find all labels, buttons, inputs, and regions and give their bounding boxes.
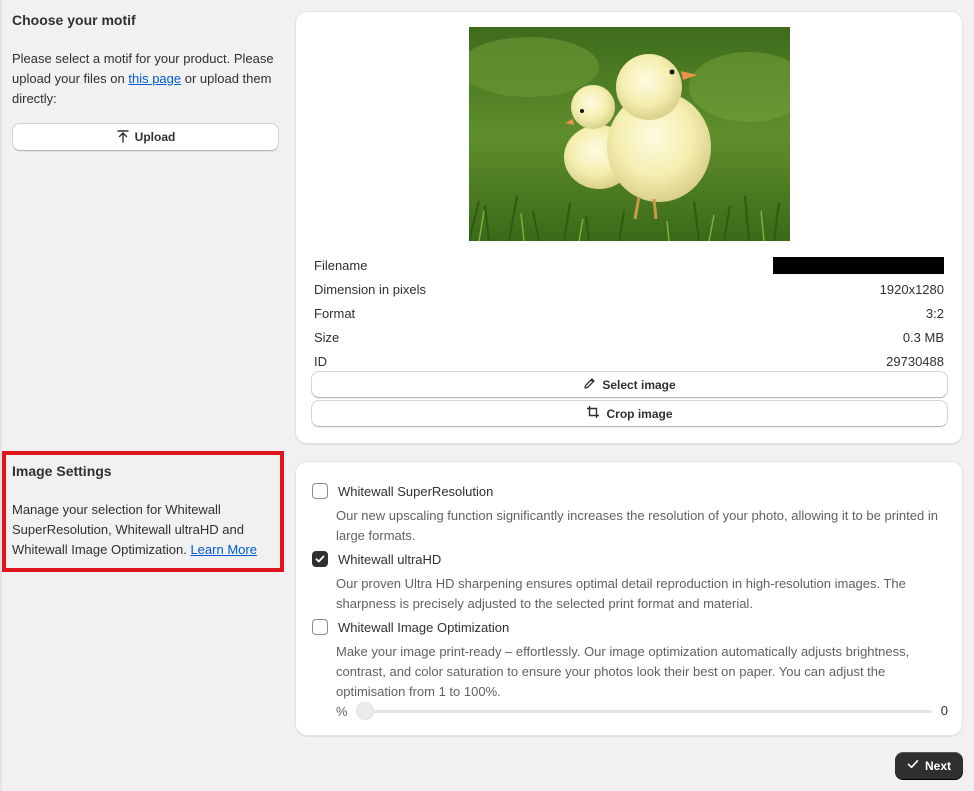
option-description: Make your image print-ready – effortless… xyxy=(336,644,910,699)
motif-preview-image xyxy=(469,27,790,241)
ultrahd-checkbox[interactable] xyxy=(312,551,328,567)
this-page-link[interactable]: this page xyxy=(128,71,181,86)
page-edge xyxy=(0,0,2,791)
info-label: Size xyxy=(314,329,340,345)
slider-value: 0 xyxy=(940,703,948,718)
option-ultrahd: Whitewall ultraHD Our proven Ultra HD sh… xyxy=(312,550,952,614)
info-row-id: ID 29730488 xyxy=(314,349,944,373)
option-head: Whitewall Image Optimization xyxy=(312,618,952,636)
option-head: Whitewall ultraHD xyxy=(312,550,952,568)
learn-more-link[interactable]: Learn More xyxy=(190,542,256,557)
option-description: Our proven Ultra HD sharpening ensures o… xyxy=(336,576,906,611)
image-card: Filename Dimension in pixels 1920x1280 F… xyxy=(295,11,963,444)
optimization-slider-row: % 0 xyxy=(336,702,948,720)
info-value: 3:2 xyxy=(925,305,944,321)
select-image-label: Select image xyxy=(602,377,676,392)
option-image-optimization: Whitewall Image Optimization Make your i… xyxy=(312,618,952,702)
motif-title: Choose your motif xyxy=(12,12,136,28)
select-image-button[interactable]: Select image xyxy=(311,371,948,398)
crop-image-label: Crop image xyxy=(606,406,673,421)
info-label: Filename xyxy=(314,257,368,273)
info-label: Dimension in pixels xyxy=(314,281,426,297)
motif-section: Choose your motif Please select a motif … xyxy=(12,12,280,151)
settings-card: Whitewall SuperResolution Our new upscal… xyxy=(295,461,963,736)
optimization-slider-thumb[interactable] xyxy=(356,702,374,720)
slider-unit: % xyxy=(336,703,348,719)
optimization-slider-track[interactable] xyxy=(360,710,932,713)
info-value: 29730488 xyxy=(886,353,944,369)
info-label: ID xyxy=(314,353,327,369)
superresolution-checkbox[interactable] xyxy=(312,483,328,499)
option-label: Whitewall Image Optimization xyxy=(338,619,510,635)
redacted-filename xyxy=(773,256,944,274)
image-settings-description: Manage your selection for Whitewall Supe… xyxy=(12,500,274,560)
option-label: Whitewall SuperResolution xyxy=(338,483,494,499)
check-icon xyxy=(315,555,325,563)
next-button[interactable]: Next xyxy=(895,752,963,779)
info-row-dimension: Dimension in pixels 1920x1280 xyxy=(314,277,944,301)
info-value: 1920x1280 xyxy=(879,281,944,297)
image-optimization-checkbox[interactable] xyxy=(312,619,328,635)
upload-button[interactable]: Upload xyxy=(12,123,279,151)
info-row-size: Size 0.3 MB xyxy=(314,325,944,349)
info-row-format: Format 3:2 xyxy=(314,301,944,325)
upload-icon xyxy=(116,129,130,146)
upload-label: Upload xyxy=(134,130,176,144)
image-settings-title: Image Settings xyxy=(12,463,112,479)
info-value: 0.3 MB xyxy=(902,329,944,345)
pencil-icon xyxy=(583,377,596,393)
motif-description: Please select a motif for your product. … xyxy=(12,49,280,109)
next-label: Next xyxy=(924,758,951,773)
option-superresolution: Whitewall SuperResolution Our new upscal… xyxy=(312,482,952,546)
option-head: Whitewall SuperResolution xyxy=(312,482,952,500)
image-settings-section: Image Settings Manage your selection for… xyxy=(2,451,284,572)
crop-icon xyxy=(586,405,600,422)
crop-image-button[interactable]: Crop image xyxy=(311,400,948,427)
option-description: Our new upscaling function significantly… xyxy=(336,508,938,543)
info-label: Format xyxy=(314,305,356,321)
image-info-table: Filename Dimension in pixels 1920x1280 F… xyxy=(314,253,944,373)
option-label: Whitewall ultraHD xyxy=(338,551,442,567)
info-row-filename: Filename xyxy=(314,253,944,277)
checkmark-icon xyxy=(907,758,919,773)
